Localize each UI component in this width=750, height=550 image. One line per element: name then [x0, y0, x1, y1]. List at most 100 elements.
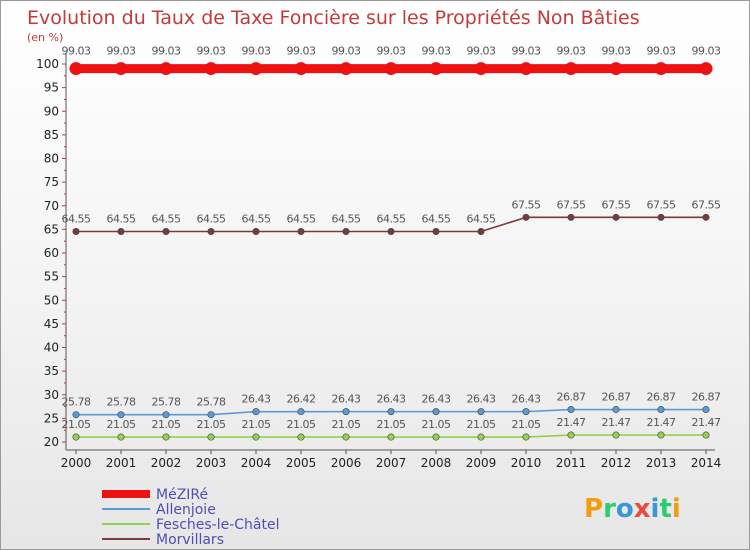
- y-tick-label: 35: [44, 364, 59, 378]
- data-label-morvillars: 64.55: [467, 213, 496, 226]
- data-label-fesches-le-chatel: 21.47: [647, 416, 676, 429]
- data-point-morvillars: [162, 228, 170, 236]
- data-point-mezire: [249, 62, 263, 76]
- x-tick-label: 2008: [421, 456, 452, 470]
- data-label-fesches-le-chatel: 21.05: [422, 418, 451, 431]
- data-point-mezire: [114, 62, 128, 76]
- data-label-fesches-le-chatel: 21.05: [512, 418, 541, 431]
- data-label-mezire: 99.03: [197, 45, 226, 58]
- chart: Evolution du Taux de Taxe Foncière sur l…: [27, 7, 722, 548]
- data-label-morvillars: 64.55: [287, 213, 316, 226]
- data-label-allenjoie: 26.87: [692, 391, 721, 404]
- data-label-mezire: 99.03: [692, 45, 721, 58]
- data-point-fesches-le-chatel: [252, 433, 260, 441]
- data-point-mezire: [519, 62, 533, 76]
- y-tick-label: 45: [44, 317, 59, 331]
- data-point-morvillars: [387, 228, 395, 236]
- y-tick-label: 100: [36, 57, 59, 71]
- y-tick-label: 30: [44, 388, 59, 402]
- x-tick-label: 2006: [331, 456, 362, 470]
- x-tick-label: 2003: [196, 456, 227, 470]
- data-label-morvillars: 64.55: [107, 213, 136, 226]
- data-label-allenjoie: 25.78: [107, 396, 136, 409]
- data-point-fesches-le-chatel: [207, 433, 215, 441]
- y-axis-unit-label: (en %): [27, 31, 63, 44]
- data-label-fesches-le-chatel: 21.05: [287, 418, 316, 431]
- y-tick-label: 75: [44, 175, 59, 189]
- y-tick-label: 40: [44, 341, 59, 355]
- data-label-morvillars: 64.55: [377, 213, 406, 226]
- y-tick-label: 20: [44, 435, 59, 449]
- data-label-mezire: 99.03: [512, 45, 541, 58]
- x-tick-label: 2000: [61, 456, 92, 470]
- data-label-morvillars: 67.55: [692, 198, 721, 211]
- data-label-morvillars: 64.55: [332, 213, 361, 226]
- data-label-fesches-le-chatel: 21.05: [242, 418, 271, 431]
- y-tick-label: 60: [44, 246, 59, 260]
- data-point-allenjoie: [252, 408, 260, 416]
- data-point-allenjoie: [522, 408, 530, 416]
- data-label-fesches-le-chatel: 21.47: [602, 416, 631, 429]
- logo-letter: P: [584, 494, 603, 524]
- logo-letter: i: [672, 494, 681, 524]
- data-point-morvillars: [657, 213, 665, 221]
- data-point-fesches-le-chatel: [117, 433, 125, 441]
- data-label-morvillars: 67.55: [512, 198, 541, 211]
- data-label-morvillars: 64.55: [242, 213, 271, 226]
- legend-label: Allenjoie: [156, 502, 216, 518]
- data-label-allenjoie: 26.43: [422, 393, 451, 406]
- data-point-allenjoie: [702, 406, 710, 414]
- data-point-mezire: [609, 62, 623, 76]
- data-point-mezire: [384, 62, 398, 76]
- chart-title: Evolution du Taux de Taxe Foncière sur l…: [27, 7, 640, 29]
- data-point-morvillars: [252, 228, 260, 236]
- data-label-fesches-le-chatel: 21.47: [557, 416, 586, 429]
- data-label-mezire: 99.03: [557, 45, 586, 58]
- data-point-morvillars: [702, 213, 710, 221]
- data-label-allenjoie: 26.87: [647, 391, 676, 404]
- series-group: [69, 62, 713, 441]
- x-tick-label: 2011: [556, 456, 587, 470]
- y-tick-label: 55: [44, 270, 59, 284]
- data-label-allenjoie: 26.43: [467, 393, 496, 406]
- data-label-allenjoie: 25.78: [62, 396, 91, 409]
- data-label-mezire: 99.03: [647, 45, 676, 58]
- legend: MéZIRéAllenjoieFesches-le-ChâtelMorvilla…: [102, 487, 280, 548]
- data-label-allenjoie: 26.87: [557, 391, 586, 404]
- y-tick-label: 90: [44, 104, 59, 118]
- y-tick-label: 95: [44, 81, 59, 95]
- data-point-fesches-le-chatel: [342, 433, 350, 441]
- data-label-morvillars: 67.55: [602, 198, 631, 211]
- data-point-fesches-le-chatel: [387, 433, 395, 441]
- logo-letter: o: [616, 494, 634, 524]
- logo-letter: x: [634, 494, 651, 524]
- x-tick-label: 2004: [241, 456, 272, 470]
- proxiti-logo: Proxiti: [584, 494, 681, 524]
- data-point-mezire: [69, 62, 83, 76]
- data-point-mezire: [429, 62, 443, 76]
- data-point-allenjoie: [72, 411, 80, 419]
- x-tick-label: 2014: [691, 456, 722, 470]
- x-tick-label: 2002: [151, 456, 182, 470]
- data-point-allenjoie: [117, 411, 125, 419]
- data-point-morvillars: [522, 213, 530, 221]
- data-label-morvillars: 67.55: [647, 198, 676, 211]
- legend-label: MéZIRé: [156, 487, 208, 503]
- data-point-fesches-le-chatel: [72, 433, 80, 441]
- data-label-allenjoie: 25.78: [197, 396, 226, 409]
- data-point-mezire: [474, 62, 488, 76]
- data-point-fesches-le-chatel: [297, 433, 305, 441]
- x-tick-label: 2001: [106, 456, 137, 470]
- data-point-mezire: [339, 62, 353, 76]
- data-point-morvillars: [477, 228, 485, 236]
- data-point-fesches-le-chatel: [477, 433, 485, 441]
- y-tick-label: 80: [44, 152, 59, 166]
- data-point-morvillars: [612, 213, 620, 221]
- data-label-morvillars: 64.55: [152, 213, 181, 226]
- data-point-allenjoie: [207, 411, 215, 419]
- data-label-mezire: 99.03: [422, 45, 451, 58]
- data-point-morvillars: [72, 228, 80, 236]
- data-point-fesches-le-chatel: [567, 431, 575, 439]
- legend-label: Morvillars: [156, 532, 224, 548]
- data-label-allenjoie: 26.43: [242, 393, 271, 406]
